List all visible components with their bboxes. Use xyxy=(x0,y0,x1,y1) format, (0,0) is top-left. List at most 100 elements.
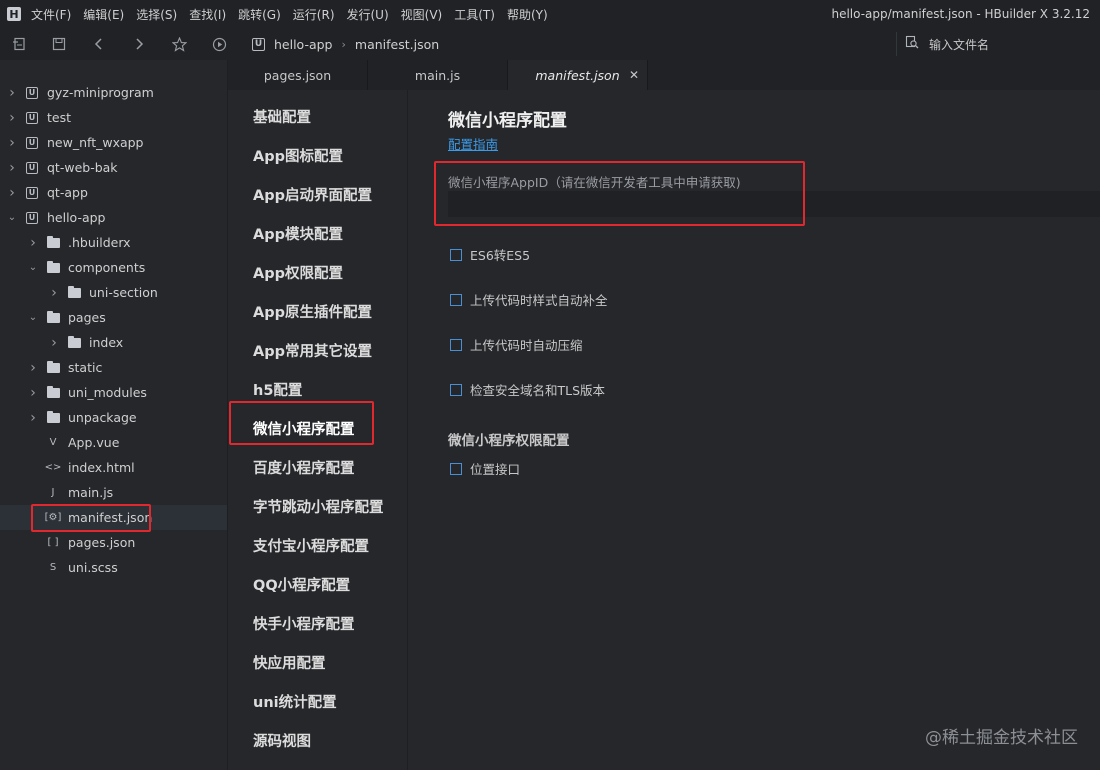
tree-item[interactable]: Jmain.js xyxy=(0,480,227,505)
config-nav-item[interactable]: 基础配置 xyxy=(253,106,311,127)
appid-input[interactable] xyxy=(448,191,1100,217)
menu-item[interactable]: 工具(T) xyxy=(454,6,495,23)
chevron-down-icon[interactable]: ⌄ xyxy=(27,312,39,323)
tree-item-label: new_nft_wxapp xyxy=(47,135,144,150)
chevron-right-icon[interactable]: › xyxy=(6,185,18,201)
folder-open-icon xyxy=(45,260,61,273)
breadcrumb-file[interactable]: manifest.json xyxy=(355,37,439,52)
tree-item[interactable]: <> index.html xyxy=(0,455,227,480)
config-nav-item[interactable]: 源码视图 xyxy=(253,730,311,751)
config-nav-item[interactable]: App模块配置 xyxy=(253,223,343,244)
file-search-input[interactable]: 输入文件名 xyxy=(896,32,1100,56)
chevron-right-icon[interactable]: › xyxy=(48,285,60,301)
search-file-icon xyxy=(905,35,919,53)
chevron-right-icon[interactable]: › xyxy=(6,135,18,151)
menu-item[interactable]: 文件(F) xyxy=(31,6,71,23)
tab-pages-json[interactable]: pages.json xyxy=(228,60,368,90)
tree-item[interactable]: › Utest xyxy=(0,105,227,130)
config-nav-item[interactable]: App常用其它设置 xyxy=(253,340,372,361)
tree-item[interactable]: › unpackage xyxy=(0,405,227,430)
chevron-right-icon[interactable]: › xyxy=(27,385,39,401)
checkbox[interactable] xyxy=(450,338,462,351)
tab-main-js[interactable]: main.js xyxy=(368,60,508,90)
tree-item[interactable]: › Ugyz-miniprogram xyxy=(0,80,227,105)
tree-item[interactable]: › Uqt-app xyxy=(0,180,227,205)
star-icon[interactable] xyxy=(168,33,190,55)
option-label: 上传代码时样式自动补全 xyxy=(470,293,608,308)
chevron-down-icon[interactable]: ⌄ xyxy=(6,212,18,223)
config-nav-item[interactable]: QQ小程序配置 xyxy=(253,574,350,595)
config-nav-item[interactable]: 快应用配置 xyxy=(253,652,326,673)
chevron-right-icon[interactable]: › xyxy=(27,235,39,251)
menu-item[interactable]: 查找(I) xyxy=(189,6,226,23)
menu-item[interactable]: 选择(S) xyxy=(136,6,177,23)
chevron-down-icon[interactable]: ⌄ xyxy=(27,262,39,273)
tree-item[interactable]: › uni_modules xyxy=(0,380,227,405)
chevron-right-icon[interactable]: › xyxy=(6,110,18,126)
option-checkbox-row[interactable]: 上传代码时自动压缩 xyxy=(450,335,583,354)
tree-item[interactable]: ⌄ pages xyxy=(0,305,227,330)
option-checkbox-row[interactable]: 检查安全域名和TLS版本 xyxy=(450,380,605,399)
permission-section-title: 微信小程序权限配置 xyxy=(448,433,570,449)
tree-item[interactable]: V App.vue xyxy=(0,430,227,455)
menu-item[interactable]: 帮助(Y) xyxy=(507,6,548,23)
back-arrow-icon[interactable] xyxy=(88,33,110,55)
tree-item-label: components xyxy=(68,260,146,275)
config-guide-link[interactable]: 配置指南 xyxy=(448,134,498,153)
chevron-right-icon[interactable]: › xyxy=(27,410,39,426)
tab-manifest-json[interactable]: manifest.json ✕ xyxy=(508,60,648,90)
breadcrumb: U hello-app › manifest.json xyxy=(252,37,439,52)
new-file-icon[interactable] xyxy=(8,33,30,55)
permission-label: 位置接口 xyxy=(470,462,521,477)
tree-item[interactable]: › Unew_nft_wxapp xyxy=(0,130,227,155)
close-icon[interactable]: ✕ xyxy=(629,68,639,82)
config-nav-item[interactable]: 快手小程序配置 xyxy=(253,613,355,634)
tree-item-label: .hbuilderx xyxy=(68,235,131,250)
config-nav-item[interactable]: 微信小程序配置 xyxy=(253,418,355,439)
tree-item[interactable]: › static xyxy=(0,355,227,380)
save-icon[interactable] xyxy=(48,33,70,55)
menu-item[interactable]: 编辑(E) xyxy=(83,6,124,23)
tree-item[interactable]: ⌄ Uhello-app xyxy=(0,205,227,230)
folder-icon xyxy=(66,335,82,348)
permission-checkbox-row[interactable]: 位置接口 xyxy=(450,459,520,478)
tree-item[interactable]: › uni-section xyxy=(0,280,227,305)
menu-item[interactable]: 运行(R) xyxy=(293,6,335,23)
config-nav-item[interactable]: 百度小程序配置 xyxy=(253,457,355,478)
config-nav-item[interactable]: 支付宝小程序配置 xyxy=(253,535,369,556)
checkbox[interactable] xyxy=(450,383,462,396)
tree-item[interactable]: › .hbuilderx xyxy=(0,230,227,255)
menu-item[interactable]: 发行(U) xyxy=(347,6,389,23)
tree-item[interactable]: [ ] pages.json xyxy=(0,530,227,555)
html-file-icon: <> xyxy=(44,462,62,473)
option-checkbox-row[interactable]: ES6转ES5 xyxy=(450,245,530,264)
breadcrumb-separator-icon: › xyxy=(341,37,346,51)
tree-item[interactable]: ⌄ components xyxy=(0,255,227,280)
tree-item[interactable]: Suni.scss xyxy=(0,555,227,580)
menu-item[interactable]: 视图(V) xyxy=(401,6,443,23)
chevron-right-icon[interactable]: › xyxy=(48,335,60,351)
config-nav-item[interactable]: App启动界面配置 xyxy=(253,184,372,205)
config-nav-item[interactable]: uni统计配置 xyxy=(253,691,337,712)
menu-item[interactable]: 跳转(G) xyxy=(238,6,281,23)
breadcrumb-project[interactable]: hello-app xyxy=(274,37,332,52)
checkbox[interactable] xyxy=(450,462,462,475)
checkbox[interactable] xyxy=(450,293,462,306)
config-nav-item[interactable]: h5配置 xyxy=(253,379,302,400)
project-icon: U xyxy=(252,37,265,51)
checkbox[interactable] xyxy=(450,248,462,261)
forward-arrow-icon[interactable] xyxy=(128,33,150,55)
tree-item[interactable]: [⚙] manifest.json xyxy=(0,505,227,530)
config-nav-item[interactable]: App图标配置 xyxy=(253,145,343,166)
option-checkbox-row[interactable]: 上传代码时样式自动补全 xyxy=(450,290,608,309)
config-nav-item[interactable]: App原生插件配置 xyxy=(253,301,372,322)
run-icon[interactable] xyxy=(208,33,230,55)
folder-icon xyxy=(45,385,61,398)
chevron-right-icon[interactable]: › xyxy=(27,360,39,376)
tree-item[interactable]: › index xyxy=(0,330,227,355)
tree-item[interactable]: › Uqt-web-bak xyxy=(0,155,227,180)
config-nav-item[interactable]: App权限配置 xyxy=(253,262,343,283)
chevron-right-icon[interactable]: › xyxy=(6,85,18,101)
config-nav-item[interactable]: 字节跳动小程序配置 xyxy=(253,496,384,517)
chevron-right-icon[interactable]: › xyxy=(6,160,18,176)
